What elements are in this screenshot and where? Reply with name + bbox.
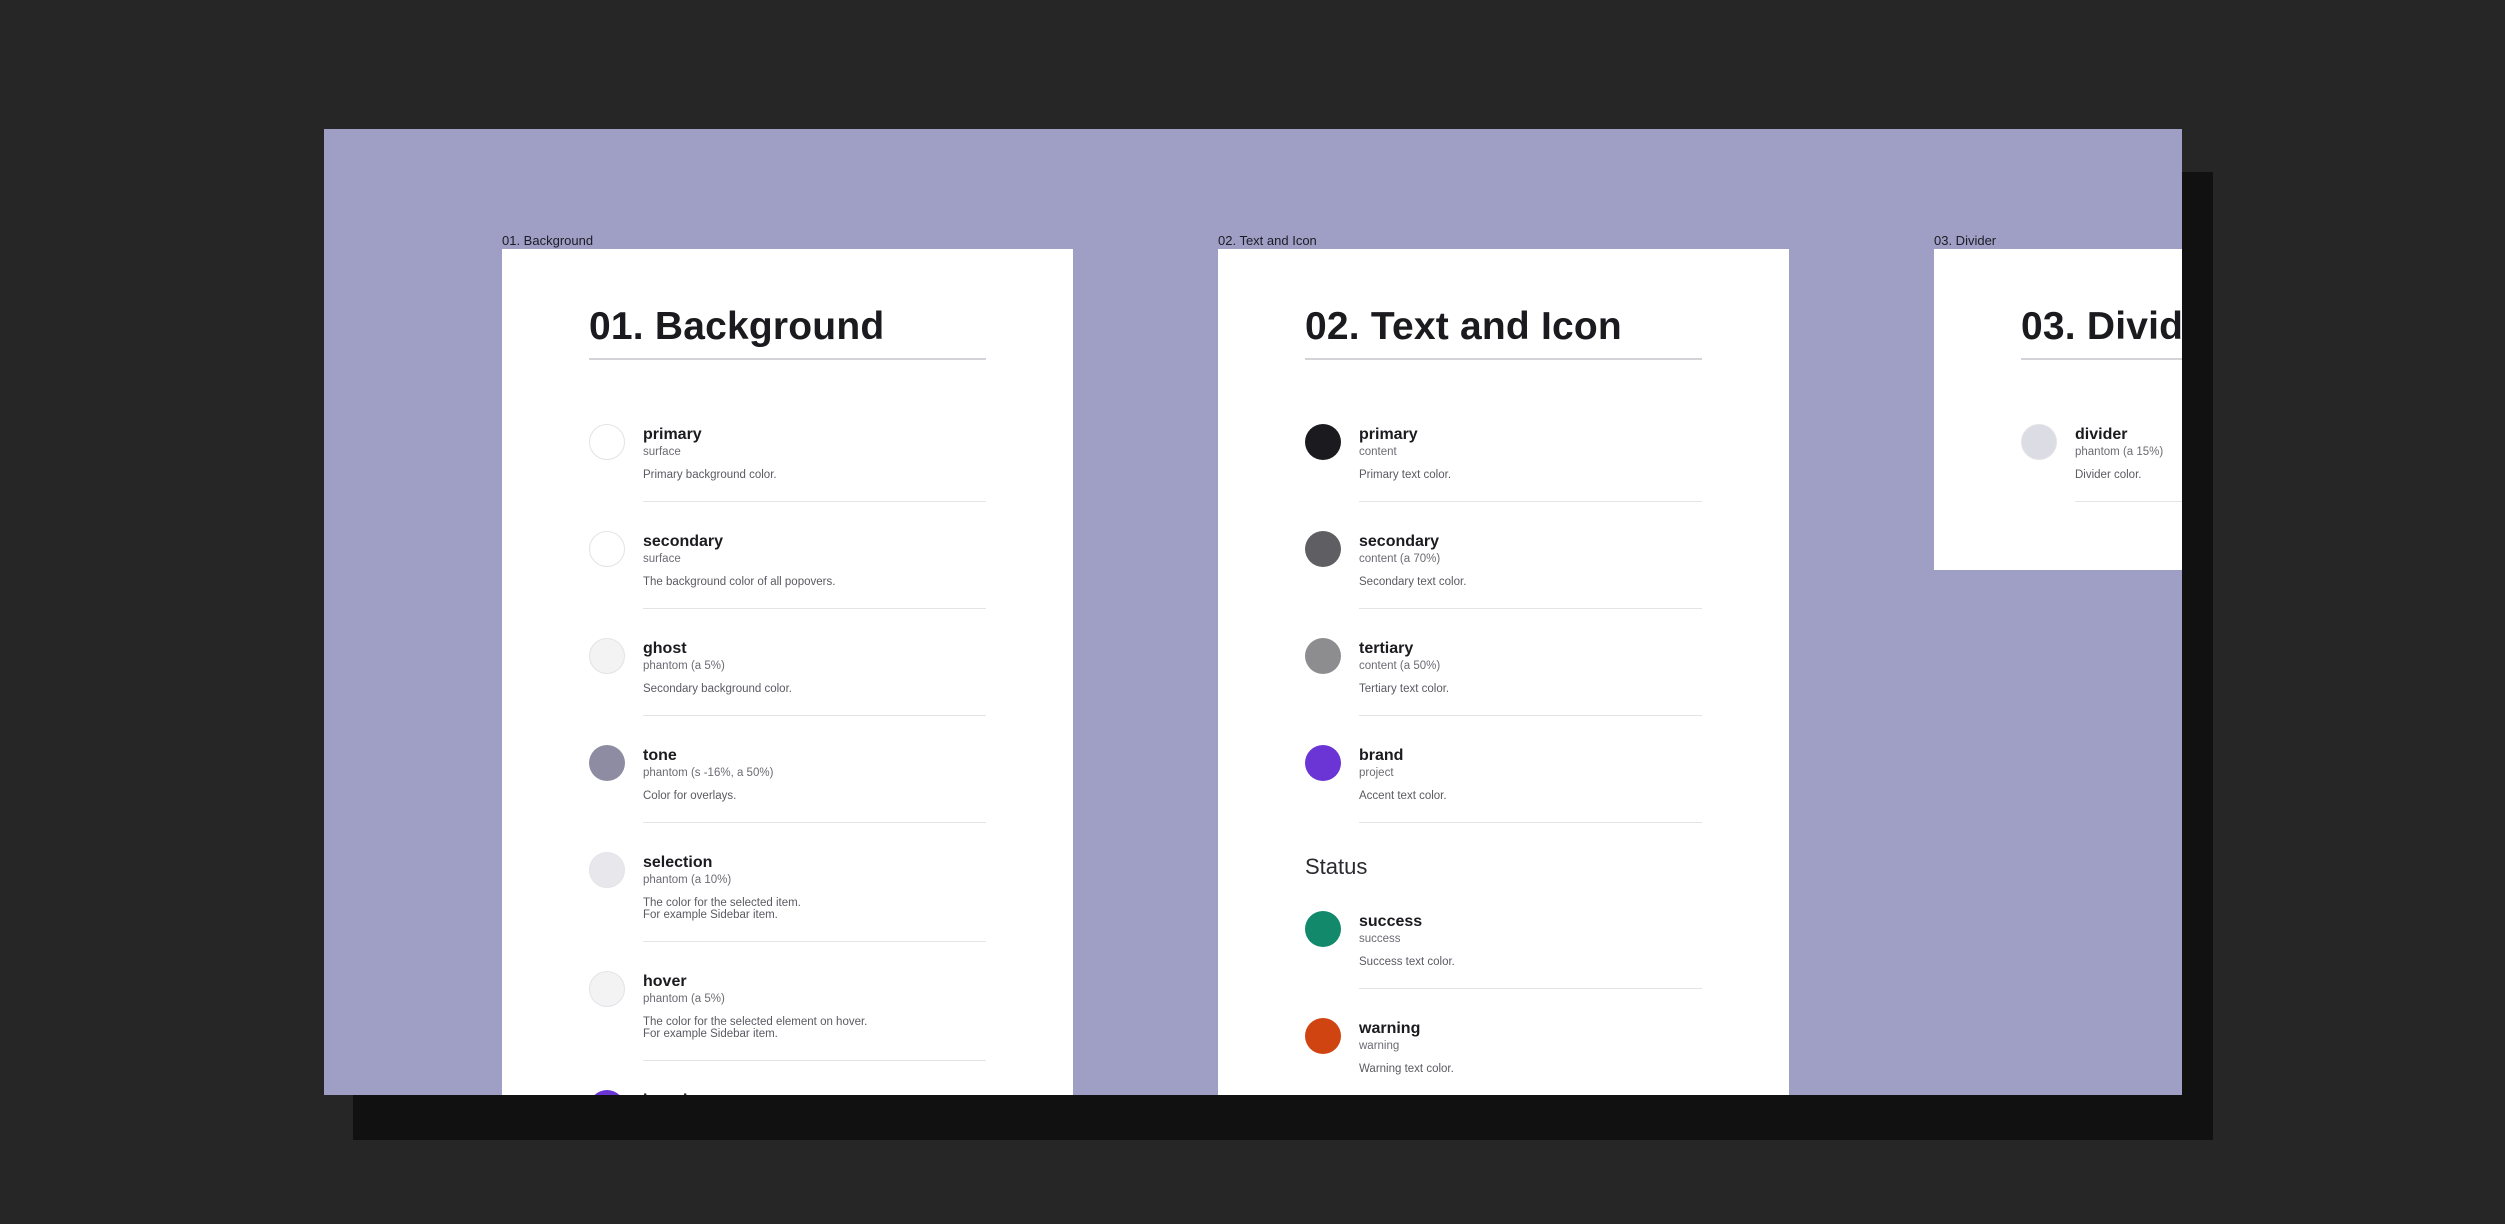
color-swatch [1305, 530, 1341, 567]
token-divider [643, 500, 986, 502]
token-alias: phantom (s -16%, a 50%) [643, 766, 774, 779]
title-divider [1305, 357, 1702, 360]
color-swatch [1305, 637, 1341, 674]
color-token-brand[interactable]: brandprojectSecondary background color. [589, 1089, 986, 1095]
token-description: The color for the selected element on ho… [643, 1015, 868, 1040]
color-token-hover[interactable]: hover phantom (a 5%) The color for the sel… [589, 970, 986, 1061]
token-alias: content (a 70%) [1359, 552, 1441, 565]
color-swatch [589, 744, 625, 781]
token-name: selection [643, 853, 713, 871]
frame-background[interactable]: 01. Background primary surface Primary bac… [502, 249, 1073, 1095]
token-divider [2075, 500, 2182, 502]
token-list: primary content Primary text color. seconda… [1305, 423, 1702, 823]
token-name: warning [1359, 1019, 1421, 1037]
token-name: success [1359, 912, 1423, 930]
token-name: divider [2075, 425, 2128, 443]
color-token-selection[interactable]: selection phantom (a 10%) The color for th… [589, 851, 986, 942]
token-alias: surface [643, 552, 681, 565]
token-divider [1359, 821, 1702, 823]
color-swatch [589, 637, 625, 674]
token-divider [643, 714, 986, 716]
token-description: Color for overlays. [643, 789, 737, 802]
token-alias: phantom (a 15%) [2075, 445, 2164, 458]
token-name: hover [643, 972, 687, 990]
token-description: The color for the selected item. For exa… [643, 896, 801, 921]
color-swatch [589, 530, 625, 567]
color-token-secondary[interactable]: secondary surface The background color of … [589, 530, 986, 609]
color-token-success[interactable]: success success Success text color. [1305, 910, 1702, 989]
token-description: Success text color. [1359, 955, 1455, 968]
token-description: Divider color. [2075, 468, 2142, 481]
color-swatch [1305, 1017, 1341, 1054]
token-divider [1359, 607, 1702, 609]
color-token-primary[interactable]: primary content Primary text color. [1305, 423, 1702, 502]
color-swatch [1305, 910, 1341, 947]
color-token-divider[interactable]: divider phantom (a 15%) Divider color. [2021, 423, 2182, 502]
token-divider [1359, 987, 1702, 989]
page-title: 03. Divider [2021, 305, 2182, 348]
color-swatch [589, 851, 625, 888]
token-description: Primary background color. [643, 468, 777, 481]
token-description: Primary text color. [1359, 468, 1452, 481]
token-divider [643, 1059, 986, 1061]
color-token-primary[interactable]: primary surface Primary background color. [589, 423, 986, 502]
token-alias: project [1359, 766, 1394, 779]
title-divider [589, 357, 986, 360]
frame-divider[interactable]: 03. Divider divider phantom (a 15%) Divide… [1934, 249, 2182, 570]
token-description: Accent text color. [1359, 789, 1447, 802]
token-description: Secondary background color. [643, 682, 792, 695]
color-token-secondary[interactable]: secondary content (a 70%) Secondary text c… [1305, 530, 1702, 609]
token-name: brand [643, 1092, 986, 1095]
token-name: secondary [643, 532, 724, 550]
token-divider [643, 940, 986, 942]
token-name: tertiary [1359, 639, 1414, 657]
status-section-heading: Status [1305, 853, 1368, 879]
color-swatch [589, 423, 625, 460]
token-list: primary surface Primary background color. s… [589, 423, 986, 1095]
token-divider [1359, 500, 1702, 502]
token-name: tone [643, 746, 677, 764]
token-alias: phantom (a 10%) [643, 873, 732, 886]
token-alias: phantom (a 5%) [643, 659, 725, 672]
token-divider [643, 821, 986, 823]
frame-text-and-icon[interactable]: 02. Text and Icon primary content Primary … [1218, 249, 1789, 1095]
token-description: The background color of all popovers. [643, 575, 836, 588]
frame-label-background[interactable]: 01. Background [502, 233, 593, 248]
token-name: primary [643, 425, 702, 443]
token-alias: content (a 50%) [1359, 659, 1441, 672]
token-description: Secondary text color. [1359, 575, 1467, 588]
color-token-tertiary[interactable]: tertiary content (a 50%) Tertiary text col… [1305, 637, 1702, 716]
token-name: brand [1359, 746, 1404, 764]
token-alias: surface [643, 445, 681, 458]
token-divider [643, 607, 986, 609]
token-alias: phantom (a 5%) [643, 992, 725, 1005]
color-token-ghost[interactable]: ghost phantom (a 5%) Secondary background … [589, 637, 986, 716]
title-divider [2021, 357, 2182, 360]
status-token-list: success success Success text color. warning… [1305, 910, 1702, 1095]
token-description: Tertiary text color. [1359, 682, 1450, 695]
color-swatch [1305, 744, 1341, 781]
design-canvas[interactable]: 01. Background 01. Background primary sur… [324, 129, 2182, 1095]
token-name: secondary [1359, 532, 1440, 550]
color-swatch [589, 1089, 625, 1095]
color-swatch [589, 970, 625, 1007]
token-description: Warning text color. [1359, 1062, 1454, 1075]
color-swatch [1305, 423, 1341, 460]
color-token-tone[interactable]: tone phantom (s -16%, a 50%) Color for ove… [589, 744, 986, 823]
frame-label-divider[interactable]: 03. Divider [1934, 233, 1996, 248]
token-name: ghost [643, 639, 687, 657]
token-name: primary [1359, 425, 1418, 443]
token-list: divider phantom (a 15%) Divider color. [2021, 423, 2182, 502]
token-alias: warning [1359, 1039, 1400, 1052]
color-token-brand[interactable]: brand project Accent text color. [1305, 744, 1702, 823]
page-title: 02. Text and Icon [1305, 305, 1622, 348]
token-alias: content [1359, 445, 1397, 458]
token-divider [1359, 714, 1702, 716]
color-swatch [2021, 423, 2057, 460]
page-title: 01. Background [589, 305, 885, 348]
color-token-warning[interactable]: warning warning Warning text color. [1305, 1017, 1702, 1095]
token-alias: success [1359, 932, 1401, 945]
frame-label-text-and-icon[interactable]: 02. Text and Icon [1218, 233, 1317, 248]
